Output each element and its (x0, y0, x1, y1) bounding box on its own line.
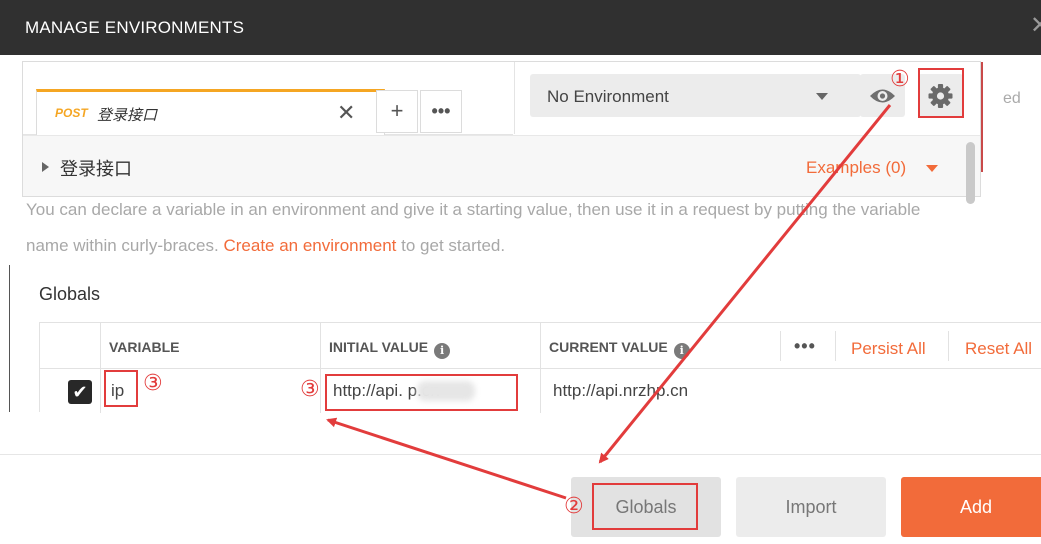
annotation-number-3b: ③ (300, 376, 320, 401)
current-value-cell[interactable]: http://api.nrzhp.cn (541, 369, 1041, 413)
table-row-select: ✔ (40, 369, 101, 413)
intro-text-line1: You can declare a variable in an environ… (26, 200, 921, 219)
caret-right-icon[interactable] (42, 162, 49, 172)
tab-title: 登录接口 (97, 107, 158, 124)
request-builder-overlay: POST 登录接口 ✕ + ••• No Environment 登录接口 Ex… (23, 62, 980, 204)
chevron-down-icon (926, 165, 938, 172)
new-tab-button[interactable]: + (376, 90, 418, 133)
request-tab[interactable]: POST 登录接口 ✕ (36, 89, 385, 135)
tab-close-icon[interactable]: ✕ (337, 100, 355, 126)
environment-selected: No Environment (547, 87, 669, 106)
import-button[interactable]: Import (736, 477, 886, 537)
column-label-current: CURRENT VALUE i (549, 339, 690, 359)
current-value: http://api.nrzhp.cn (553, 381, 689, 400)
intro-suffix: to get started. (396, 236, 506, 255)
modal-title: MANAGE ENVIRONMENTS (25, 18, 245, 37)
annotation-box-gear (918, 68, 964, 118)
column-header-current: CURRENT VALUE i ••• Persist All Reset All (541, 323, 1041, 369)
row-checkbox[interactable]: ✔ (68, 380, 92, 404)
annotation-number-1: ① (890, 66, 910, 91)
chevron-down-icon (816, 93, 828, 100)
request-breadcrumb: 登录接口 Examples (0) (23, 135, 980, 196)
current-label-text: CURRENT VALUE (549, 339, 668, 355)
annotation-number-2: ② (564, 493, 584, 518)
header-select-cell (40, 323, 101, 369)
header-divider (948, 331, 949, 361)
annotation-box-initial-value (325, 374, 518, 411)
globals-table: VARIABLE INITIAL VALUE i CURRENT VALUE i •… (39, 322, 1041, 413)
screen: MANAGE ENVIRONMENTS ✕ You can declare a … (0, 0, 1041, 544)
tab-options-icon[interactable]: ••• (420, 90, 462, 133)
column-label-variable: VARIABLE (109, 339, 180, 355)
persist-all-button[interactable]: Persist All (851, 339, 926, 359)
request-name: 登录接口 (60, 159, 132, 179)
column-label-initial: INITIAL VALUE i (329, 339, 451, 359)
create-environment-link[interactable]: Create an environment (223, 236, 396, 255)
column-header-initial: INITIAL VALUE i (321, 323, 541, 369)
column-header-variable: VARIABLE (101, 323, 321, 369)
annotation-box-globals (592, 483, 698, 530)
more-options-icon[interactable]: ••• (794, 336, 816, 357)
footer-divider (0, 454, 1041, 455)
left-rule (9, 265, 10, 412)
globals-title: Globals (39, 284, 101, 304)
info-icon[interactable]: i (434, 343, 451, 359)
add-button[interactable]: Add (901, 477, 1041, 537)
annotation-box-variable (104, 370, 138, 407)
reset-all-button[interactable]: Reset All (965, 339, 1032, 359)
examples-dropdown[interactable]: Examples (0) (806, 158, 906, 178)
environment-select[interactable]: No Environment (530, 74, 861, 117)
env-divider (514, 62, 515, 134)
annotation-number-3a: ③ (143, 370, 163, 395)
overlay-edge-line (981, 62, 983, 172)
intro-prefix: name within curly-braces. (26, 236, 224, 255)
close-icon[interactable]: ✕ (1030, 14, 1041, 38)
scrollbar[interactable] (966, 142, 975, 204)
method-badge: POST (55, 106, 88, 120)
background-text-fragment: ed (1003, 90, 1021, 107)
modal-header: MANAGE ENVIRONMENTS ✕ (0, 0, 1041, 55)
header-divider (835, 331, 836, 361)
intro-text-line2: name within curly-braces. Create an envi… (26, 236, 505, 256)
header-divider (780, 331, 781, 361)
info-icon[interactable]: i (673, 343, 690, 359)
initial-label-text: INITIAL VALUE (329, 339, 429, 355)
